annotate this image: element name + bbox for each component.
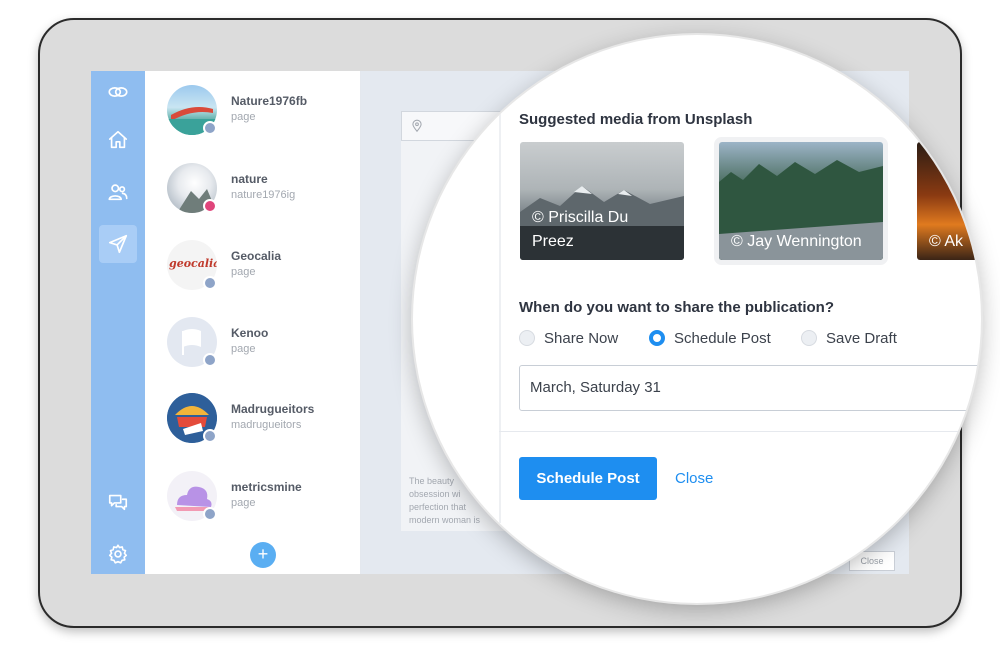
facebook-badge [203, 276, 217, 290]
magnifier-lens: Suggested media from Unsplash © Priscill… [413, 35, 981, 603]
account-name: Kenoo [231, 326, 269, 340]
home-icon[interactable] [99, 121, 137, 159]
suggested-media-heading: Suggested media from Unsplash [519, 111, 753, 128]
logo-icon[interactable] [99, 73, 137, 111]
schedule-post-button[interactable]: Schedule Post [519, 457, 657, 500]
accounts-list: Nature1976fb page nature nature1976ig ge… [145, 71, 361, 574]
add-account-button[interactable]: + [250, 542, 276, 568]
radio-share-now[interactable]: Share Now [519, 327, 618, 349]
radio-label: Share Now [544, 329, 619, 347]
send-icon[interactable] [99, 225, 137, 263]
account-item[interactable]: Madrugueitors madrugueitors [167, 393, 357, 445]
radio-indicator [801, 330, 817, 346]
media-thumbnail[interactable]: © Ak [917, 142, 981, 260]
media-caption: © Jay Wennington [731, 233, 862, 250]
schedule-date-input[interactable]: March, Saturday 31 [519, 365, 981, 411]
radio-label: Schedule Post [674, 329, 771, 347]
instagram-badge [203, 199, 217, 213]
users-icon[interactable] [99, 173, 137, 211]
account-name: Madrugueitors [231, 402, 315, 416]
date-value: March, Saturday 31 [530, 379, 661, 396]
divider [499, 75, 501, 523]
account-name: Nature1976fb [231, 94, 308, 108]
close-link[interactable]: Close [675, 470, 713, 487]
account-name: nature [231, 172, 268, 186]
account-type: page [231, 111, 256, 123]
account-item[interactable]: nature nature1976ig [167, 163, 357, 215]
account-type: page [231, 343, 256, 355]
chat-icon[interactable] [99, 483, 137, 521]
facebook-badge [203, 429, 217, 443]
account-type: madrugueitors [231, 419, 302, 431]
geocalia-logo: geocalia [169, 257, 217, 270]
media-thumbnail-selected[interactable]: © Jay Wennington [719, 142, 883, 260]
account-type: nature1976ig [231, 189, 296, 201]
radio-save-draft[interactable]: Save Draft [801, 327, 897, 349]
radio-indicator-selected [649, 330, 665, 346]
gear-icon[interactable] [99, 535, 137, 573]
facebook-badge [203, 121, 217, 135]
facebook-badge [203, 507, 217, 521]
nav-rail [91, 71, 145, 574]
account-type: page [231, 266, 256, 278]
media-caption: © Priscilla Du Preez [532, 209, 629, 250]
media-thumbnail[interactable]: © Priscilla Du Preez [520, 142, 684, 260]
account-name: Geocalia [231, 249, 282, 263]
account-name: metricsmine [231, 480, 302, 494]
account-item[interactable]: metricsmine page [167, 471, 357, 523]
share-timing-heading: When do you want to share the publicatio… [519, 299, 834, 316]
account-item[interactable]: geocalia Geocalia page [167, 240, 357, 292]
facebook-badge [203, 353, 217, 367]
account-item[interactable]: Kenoo page [167, 317, 357, 369]
radio-indicator [519, 330, 535, 346]
account-item[interactable]: Nature1976fb page [167, 85, 357, 137]
radio-label: Save Draft [826, 329, 897, 347]
media-caption: © Ak [929, 233, 964, 250]
divider [499, 431, 981, 432]
account-type: page [231, 497, 256, 509]
radio-schedule-post[interactable]: Schedule Post [649, 327, 771, 349]
schedule-dialog: Suggested media from Unsplash © Priscill… [413, 35, 981, 603]
